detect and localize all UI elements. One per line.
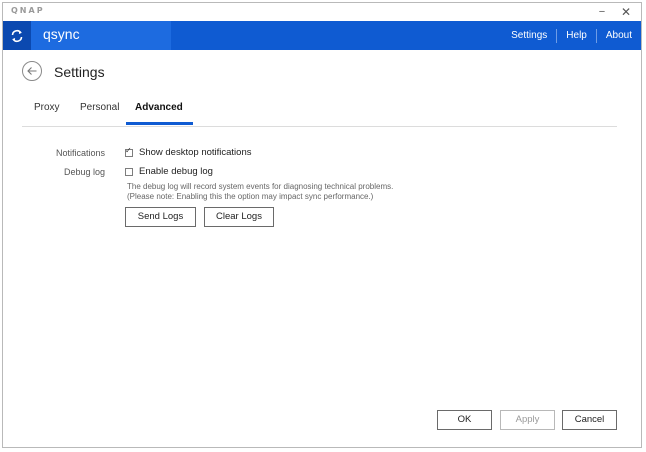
app-header: qsync Settings Help About — [3, 21, 641, 50]
debug-description: The debug log will record system events … — [127, 182, 394, 191]
notifications-label: Notifications — [55, 148, 105, 158]
apply-button[interactable]: Apply — [500, 410, 555, 430]
nav-help[interactable]: Help — [557, 21, 596, 50]
app-title: qsync — [43, 26, 80, 42]
nav-settings[interactable]: Settings — [502, 21, 556, 50]
sync-icon[interactable] — [3, 21, 31, 50]
app-title-area: qsync — [31, 21, 171, 50]
checkbox-label: Show desktop notifications — [139, 147, 252, 158]
tab-personal[interactable]: Personal — [80, 102, 119, 113]
checkbox-label: Enable debug log — [139, 166, 213, 177]
page-title: Settings — [54, 64, 105, 80]
sync-icon-graphic — [11, 29, 23, 42]
nav-about[interactable]: About — [597, 21, 641, 50]
top-nav: Settings Help About — [502, 21, 641, 50]
arrow-left-icon — [27, 67, 37, 75]
send-logs-button[interactable]: Send Logs — [125, 207, 196, 227]
checkbox-checked[interactable] — [125, 146, 133, 157]
settings-tabs: Proxy Personal Advanced — [22, 98, 617, 127]
clear-logs-button[interactable]: Clear Logs — [204, 207, 274, 227]
back-button[interactable] — [22, 61, 42, 81]
show-desktop-notifications-checkbox[interactable]: Show desktop notifications — [125, 146, 252, 158]
cancel-button[interactable]: Cancel — [562, 410, 617, 430]
enable-debug-log-checkbox[interactable]: Enable debug log — [125, 166, 213, 177]
active-tab-indicator — [126, 122, 193, 125]
checkbox-unchecked[interactable] — [125, 167, 133, 176]
title-bar: QNAP − ✕ — [3, 3, 641, 21]
close-icon[interactable]: ✕ — [615, 3, 637, 21]
minimize-icon[interactable]: − — [591, 3, 613, 21]
ok-button[interactable]: OK — [437, 410, 492, 430]
qnap-logo: QNAP — [11, 6, 45, 15]
tab-proxy[interactable]: Proxy — [34, 102, 60, 113]
tab-advanced[interactable]: Advanced — [135, 102, 183, 113]
debug-note: (Please note: Enabling this the option m… — [127, 192, 374, 201]
debug-log-label: Debug log — [63, 167, 105, 177]
